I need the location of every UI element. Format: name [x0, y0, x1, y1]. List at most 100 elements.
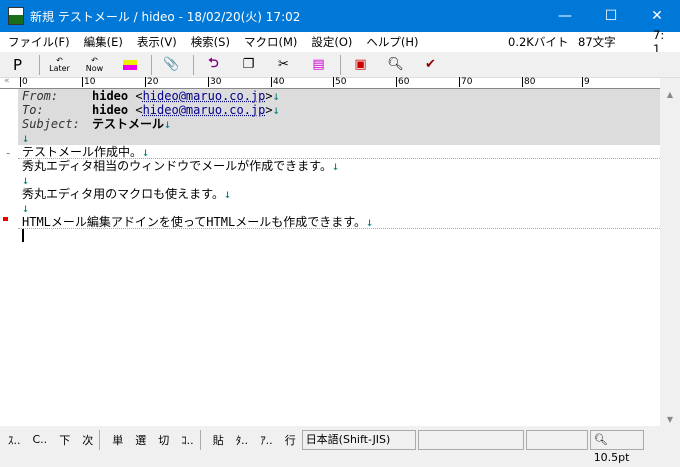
check-icon[interactable]: ✔ [417, 54, 444, 76]
status-button[interactable]: 切 [158, 432, 169, 448]
newline-mark: ↓ [272, 103, 280, 117]
window-title: 新規 テストメール / hideo - 18/02/20(火) 17:02 [30, 9, 301, 24]
body-line: 秀丸エディタ相当のウィンドウでメールが作成できます。↓ [18, 159, 660, 173]
status-button[interactable]: ｺ.. [181, 432, 194, 448]
status-button[interactable]: 行 [285, 432, 296, 448]
ruler-label: 60 [396, 77, 410, 87]
newline-mark: ↓ [164, 117, 172, 131]
to-name: hideo [92, 103, 129, 117]
from-name: hideo [92, 89, 129, 103]
zoom-indicator[interactable]: 🔍︎ 10.5pt [589, 429, 644, 464]
body-line: テストメール作成中。↓ [18, 145, 660, 159]
body-text: テストメール作成中。 [22, 145, 143, 159]
eraser-icon[interactable] [116, 54, 143, 76]
newline-mark: ↓ [331, 159, 340, 173]
search-icon[interactable]: 🔍︎ [382, 54, 409, 76]
file-size: 0.2Kバイト [508, 35, 569, 49]
ruler-label: 70 [459, 77, 473, 87]
to-label: To: [22, 103, 44, 117]
ruler-label: 20 [145, 77, 159, 87]
body-text: 秀丸エディタ用のマクロも使えます。 [22, 187, 224, 201]
newline-mark: ↓ [223, 187, 232, 201]
ruler-label: 80 [522, 77, 536, 87]
status-button[interactable]: ｽ.. [8, 432, 21, 448]
separator [99, 429, 101, 450]
menu-settings[interactable]: 設定(O) [311, 34, 352, 50]
scroll-up-icon[interactable]: ▲ [660, 90, 680, 99]
newline-mark: ↓ [272, 89, 280, 103]
ruler-scroll-icon[interactable]: « [4, 76, 10, 86]
editor[interactable]: From: hideo <hideo@maruo.co.jp>↓ To: hideo… [18, 89, 660, 426]
menu-view[interactable]: 表示(V) [137, 34, 177, 50]
vertical-scrollbar[interactable]: ▲ ▼ [660, 78, 680, 426]
body-text: HTMLメール編集アドインを使ってHTMLメールも作成できます。 [22, 215, 366, 229]
ruler-label: 10 [82, 77, 96, 87]
body-line: HTMLメール編集アドインを使ってHTMLメールも作成できます。↓ [18, 215, 660, 229]
menu-help[interactable]: ヘルプ(H) [366, 34, 418, 50]
status-button[interactable]: 次 [82, 432, 93, 448]
status-button[interactable]: C.. [33, 433, 48, 446]
status-button[interactable]: 単 [112, 432, 123, 448]
newline-mark: ↓ [366, 215, 374, 229]
mail-header: From: hideo <hideo@maruo.co.jp>↓ To: hideo… [18, 89, 660, 145]
separator [199, 429, 201, 450]
cursor-line [18, 229, 660, 243]
copy-icon[interactable]: ❐ [235, 54, 262, 76]
newline-mark: ↓ [22, 201, 30, 215]
notepad-icon[interactable]: ▣ [347, 54, 374, 76]
title-bar: 新規 テストメール / hideo - 18/02/20(火) 17:02 — … [0, 0, 680, 32]
body-text: 秀丸エディタ相当のウィンドウでメールが作成できます。 [22, 159, 332, 173]
separator [39, 54, 40, 75]
text-cursor [22, 229, 24, 242]
minimize-button[interactable]: — [542, 0, 588, 32]
menu-search[interactable]: 検索(S) [191, 34, 230, 50]
newline-mark: ↓ [22, 131, 30, 145]
status-cell [417, 429, 524, 450]
attach-icon[interactable]: 📎 [158, 54, 185, 76]
newline-mark: ↓ [142, 145, 150, 159]
status-button[interactable]: ｱ.. [260, 432, 273, 448]
body-line: 秀丸エディタ用のマクロも使えます。↓ [18, 187, 660, 201]
p-button[interactable]: P [4, 54, 31, 76]
char-count: 87文字 [578, 35, 616, 49]
bookmark-flag-icon [3, 217, 8, 221]
body-line: ↓ [18, 201, 660, 215]
ruler-label: 50 [333, 77, 347, 87]
ruler-label: 30 [208, 77, 222, 87]
fold-marker[interactable]: - [6, 146, 10, 160]
encoding-indicator[interactable]: 日本語(Shift-JIS) [301, 429, 416, 450]
ruler-label: 0 [20, 77, 28, 87]
body-line: ↓ [18, 173, 660, 187]
line-gutter: - [0, 89, 18, 426]
to-email[interactable]: hideo@maruo.co.jp [143, 103, 266, 117]
select-all-icon[interactable]: ▤ [305, 54, 332, 76]
ruler-label: 9 [582, 77, 590, 87]
status-button[interactable]: ﾀ.. [236, 432, 249, 448]
from-email[interactable]: hideo@maruo.co.jp [143, 89, 266, 103]
menu-bar: ファイル(F) 編集(E) 表示(V) 検索(S) マクロ(M) 設定(O) ヘ… [0, 28, 680, 56]
status-button[interactable]: 選 [135, 432, 146, 448]
menu-edit[interactable]: 編集(E) [84, 34, 123, 50]
separator [151, 54, 152, 75]
from-label: From: [22, 89, 59, 103]
wrap-icon[interactable]: ⮌ [200, 54, 227, 76]
menu-macro[interactable]: マクロ(M) [244, 34, 297, 50]
cut-icon[interactable]: ✂ [270, 54, 297, 76]
toolbar: P ↶ Later ↶ Now 📎 ⮌ ❐ ✂ ▤ ▣ 🔍︎ ✔ [0, 52, 680, 78]
send-now-button[interactable]: ↶ Now [81, 54, 108, 76]
send-later-button[interactable]: ↶ Later [46, 54, 73, 76]
zoom-icon: 🔍︎ [593, 432, 608, 446]
separator [193, 54, 194, 75]
status-cell [525, 429, 588, 450]
status-button[interactable]: 下 [59, 432, 70, 448]
ruler: « 0 10 20 30 40 50 60 70 80 9 [0, 76, 680, 89]
now-label: Now [85, 63, 104, 73]
status-button[interactable]: 貼 [213, 432, 224, 448]
menu-file[interactable]: ファイル(F) [8, 34, 70, 50]
scroll-down-icon[interactable]: ▼ [660, 415, 680, 424]
separator [340, 54, 341, 75]
zoom-value: 10.5pt [593, 450, 630, 464]
subject: テストメール [92, 117, 165, 131]
maximize-button[interactable]: ☐ [588, 0, 634, 32]
subject-label: Subject: [22, 117, 80, 131]
